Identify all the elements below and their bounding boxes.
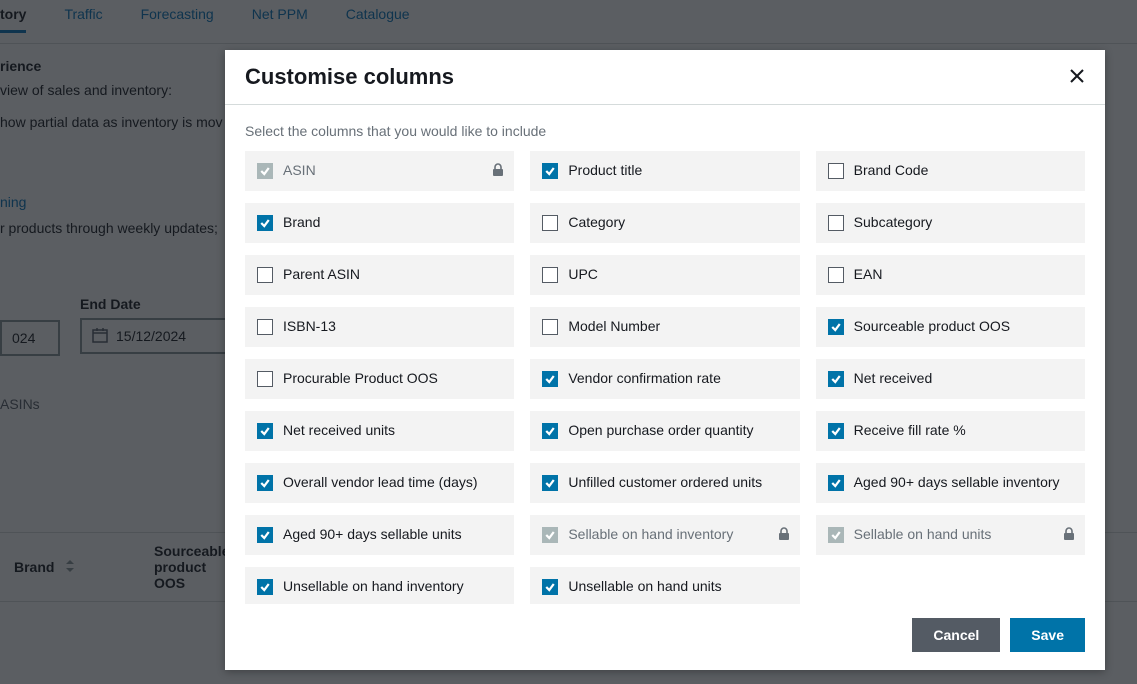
checkbox[interactable]: [257, 267, 273, 283]
checkbox[interactable]: [257, 371, 273, 387]
column-label: Overall vendor lead time (days): [283, 474, 502, 492]
customise-columns-modal: Customise columns Select the columns tha…: [225, 50, 1105, 670]
checkbox[interactable]: [542, 371, 558, 387]
modal-footer: Cancel Save: [225, 604, 1105, 670]
column-label: Brand: [283, 214, 502, 232]
column-option[interactable]: EAN: [816, 255, 1085, 295]
checkbox[interactable]: [257, 319, 273, 335]
checkbox: [542, 527, 558, 543]
column-option[interactable]: Brand: [245, 203, 514, 243]
modal-body: Select the columns that you would like t…: [225, 105, 1105, 604]
modal-header: Customise columns: [225, 50, 1105, 105]
column-label: Unsellable on hand inventory: [283, 578, 502, 596]
column-label: Product title: [568, 162, 787, 180]
checkbox[interactable]: [542, 423, 558, 439]
column-option[interactable]: Product title: [530, 151, 799, 191]
column-label: Net received: [854, 370, 1073, 388]
close-icon: [1069, 72, 1085, 87]
column-option[interactable]: UPC: [530, 255, 799, 295]
column-option[interactable]: Receive fill rate %: [816, 411, 1085, 451]
column-label: Category: [568, 214, 787, 232]
column-label: Unsellable on hand units: [568, 578, 787, 596]
lock-icon: [1063, 527, 1075, 544]
lock-icon: [492, 163, 504, 180]
checkbox[interactable]: [257, 475, 273, 491]
column-label: Sellable on hand units: [854, 526, 1073, 544]
column-label: Sellable on hand inventory: [568, 526, 787, 544]
column-option[interactable]: Net received: [816, 359, 1085, 399]
checkbox[interactable]: [828, 319, 844, 335]
column-option[interactable]: Vendor confirmation rate: [530, 359, 799, 399]
column-option[interactable]: Unsellable on hand units: [530, 567, 799, 604]
checkbox[interactable]: [542, 163, 558, 179]
column-option[interactable]: Category: [530, 203, 799, 243]
checkbox[interactable]: [542, 475, 558, 491]
column-option[interactable]: Sourceable product OOS: [816, 307, 1085, 347]
column-label: Receive fill rate %: [854, 422, 1073, 440]
modal-overlay: Customise columns Select the columns tha…: [0, 0, 1137, 684]
checkbox[interactable]: [828, 163, 844, 179]
column-option[interactable]: Overall vendor lead time (days): [245, 463, 514, 503]
column-label: UPC: [568, 266, 787, 284]
checkbox[interactable]: [542, 319, 558, 335]
column-label: Aged 90+ days sellable inventory: [854, 474, 1073, 492]
modal-title: Customise columns: [245, 64, 454, 90]
column-option[interactable]: Aged 90+ days sellable inventory: [816, 463, 1085, 503]
column-label: Subcategory: [854, 214, 1073, 232]
column-label: Brand Code: [854, 162, 1073, 180]
checkbox[interactable]: [257, 215, 273, 231]
column-option[interactable]: ISBN-13: [245, 307, 514, 347]
column-label: Procurable Product OOS: [283, 370, 502, 388]
column-label: ISBN-13: [283, 318, 502, 336]
checkbox[interactable]: [828, 423, 844, 439]
column-label: EAN: [854, 266, 1073, 284]
checkbox[interactable]: [542, 579, 558, 595]
checkbox[interactable]: [542, 267, 558, 283]
column-option: Sellable on hand inventory: [530, 515, 799, 555]
checkbox[interactable]: [828, 215, 844, 231]
column-option: ASIN: [245, 151, 514, 191]
close-button[interactable]: [1069, 68, 1085, 87]
column-label: Open purchase order quantity: [568, 422, 787, 440]
column-label: Aged 90+ days sellable units: [283, 526, 502, 544]
checkbox[interactable]: [257, 579, 273, 595]
column-option[interactable]: Brand Code: [816, 151, 1085, 191]
column-label: Unfilled customer ordered units: [568, 474, 787, 492]
save-button[interactable]: Save: [1010, 618, 1085, 652]
column-label: Sourceable product OOS: [854, 318, 1073, 336]
column-option[interactable]: Model Number: [530, 307, 799, 347]
column-option[interactable]: Procurable Product OOS: [245, 359, 514, 399]
checkbox: [828, 527, 844, 543]
columns-grid: ASIN Product title Brand Code Brand Category…: [245, 151, 1085, 604]
column-option[interactable]: Aged 90+ days sellable units: [245, 515, 514, 555]
checkbox[interactable]: [828, 267, 844, 283]
column-option[interactable]: Unsellable on hand inventory: [245, 567, 514, 604]
column-option[interactable]: Unfilled customer ordered units: [530, 463, 799, 503]
column-label: Net received units: [283, 422, 502, 440]
column-option[interactable]: Parent ASIN: [245, 255, 514, 295]
checkbox[interactable]: [828, 371, 844, 387]
column-option[interactable]: Net received units: [245, 411, 514, 451]
checkbox[interactable]: [257, 527, 273, 543]
column-label: Parent ASIN: [283, 266, 502, 284]
column-option: Sellable on hand units: [816, 515, 1085, 555]
modal-instructions: Select the columns that you would like t…: [245, 123, 1085, 139]
lock-icon: [778, 527, 790, 544]
cancel-button[interactable]: Cancel: [912, 618, 1000, 652]
checkbox[interactable]: [257, 423, 273, 439]
checkbox[interactable]: [542, 215, 558, 231]
column-option[interactable]: Open purchase order quantity: [530, 411, 799, 451]
checkbox[interactable]: [828, 475, 844, 491]
column-option[interactable]: Subcategory: [816, 203, 1085, 243]
column-label: Vendor confirmation rate: [568, 370, 787, 388]
checkbox: [257, 163, 273, 179]
column-label: Model Number: [568, 318, 787, 336]
column-label: ASIN: [283, 162, 502, 180]
